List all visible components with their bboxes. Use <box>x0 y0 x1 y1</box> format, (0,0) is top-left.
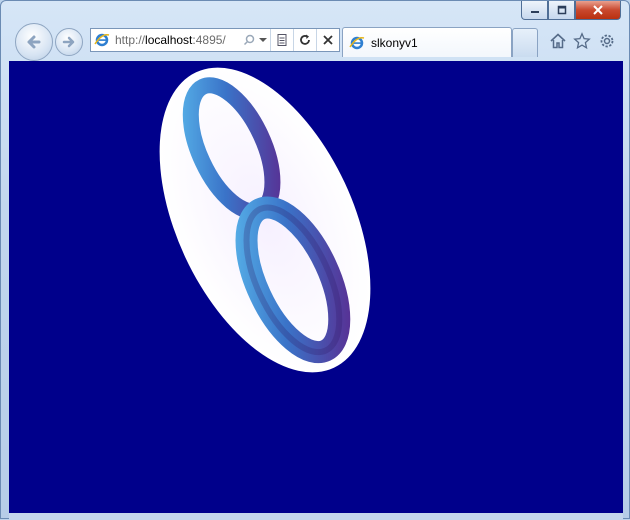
minimize-icon <box>530 11 539 13</box>
star-icon <box>573 32 591 50</box>
url-prefix: http:// <box>115 33 146 47</box>
forward-arrow-icon <box>62 36 75 48</box>
gear-icon <box>600 34 614 48</box>
address-dropdown-button[interactable] <box>256 29 270 51</box>
back-arrow-icon <box>27 35 41 49</box>
restore-icon <box>557 5 566 15</box>
page-content <box>9 61 623 513</box>
glow-ellipse <box>159 67 371 373</box>
new-tab-button[interactable] <box>512 28 538 57</box>
home-button[interactable] <box>548 31 568 51</box>
ie-page-icon <box>91 29 113 51</box>
restore-button[interactable] <box>548 1 575 20</box>
chevron-down-icon <box>259 38 267 42</box>
address-bar[interactable]: http://localhost:4895/ <box>90 28 340 52</box>
minimize-button[interactable] <box>521 1 548 20</box>
tab-title: slkonyv1 <box>371 35 418 50</box>
search-icon <box>243 34 255 46</box>
tab-active[interactable]: slkonyv1 <box>342 27 512 57</box>
url-rest: :4895/ <box>192 33 226 47</box>
stop-icon <box>323 35 333 45</box>
close-icon <box>593 5 603 15</box>
tools-button[interactable] <box>597 31 617 51</box>
forward-button[interactable] <box>55 28 83 56</box>
content-canvas <box>159 67 371 373</box>
compatibility-view-button[interactable] <box>270 29 293 51</box>
close-window-button[interactable] <box>575 1 621 20</box>
address-url[interactable]: http://localhost:4895/ <box>113 29 242 51</box>
navigation-bar: http://localhost:4895/ slkonyv1 <box>1 23 630 61</box>
refresh-button[interactable] <box>293 29 316 51</box>
caption-buttons <box>521 1 621 21</box>
search-button[interactable] <box>242 29 256 51</box>
browser-window: http://localhost:4895/ slkonyv1 <box>0 0 630 520</box>
stop-button[interactable] <box>316 29 339 51</box>
compatibility-view-icon <box>277 34 287 46</box>
back-button[interactable] <box>15 23 53 61</box>
home-icon <box>550 33 566 49</box>
url-host: localhost <box>145 33 193 47</box>
favorites-button[interactable] <box>572 31 592 51</box>
refresh-icon <box>300 34 310 45</box>
ie-tab-icon <box>349 36 365 49</box>
